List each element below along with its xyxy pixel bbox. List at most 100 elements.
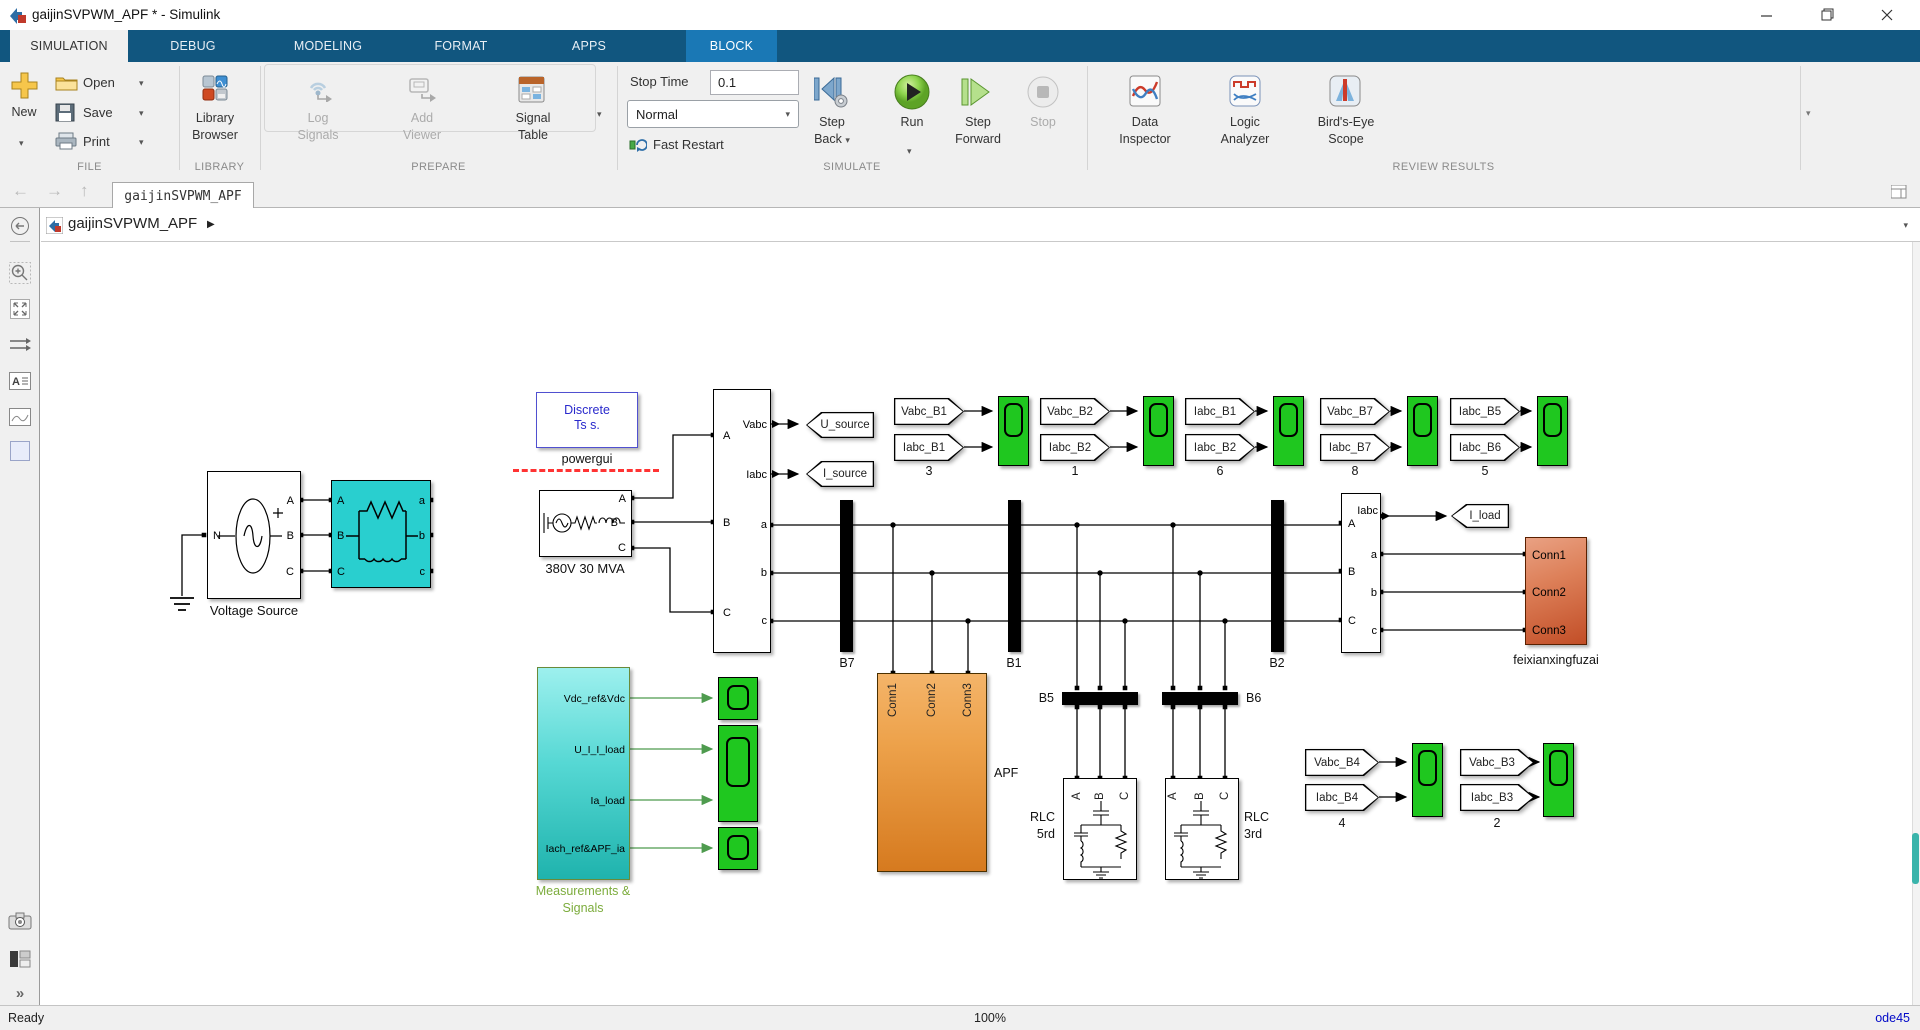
tab-simulation[interactable]: SIMULATION xyxy=(10,30,128,62)
tab-modeling[interactable]: MODELING xyxy=(268,30,388,62)
from-tag[interactable]: Iabc_B4 xyxy=(1305,784,1379,811)
library-browser-button[interactable]: Library Browser xyxy=(175,110,255,144)
library-browser-icon[interactable] xyxy=(201,74,229,107)
logic-analyzer-button[interactable]: Logic Analyzer xyxy=(1200,114,1290,148)
layout-icon[interactable] xyxy=(1890,184,1907,204)
scope-block[interactable] xyxy=(718,725,758,822)
vi-measurement-block[interactable]: A B C Vabc Iabc a b c xyxy=(713,389,771,653)
from-tag[interactable]: Vabc_B1 xyxy=(894,398,964,425)
print-icon[interactable] xyxy=(55,132,77,155)
from-tag[interactable]: Iabc_B7 xyxy=(1320,434,1390,461)
model-browser-icon[interactable] xyxy=(7,946,33,972)
fit-to-view-icon[interactable] xyxy=(7,296,33,322)
tab-block[interactable]: BLOCK xyxy=(686,30,777,62)
tab-debug[interactable]: DEBUG xyxy=(148,30,238,62)
bus-b5[interactable] xyxy=(1062,692,1138,705)
from-tag[interactable]: Vabc_B2 xyxy=(1040,398,1110,425)
goto-iload-tag[interactable]: I_load xyxy=(1451,504,1509,528)
nonlinear-load-block[interactable]: Conn1 Conn2 Conn3 xyxy=(1525,537,1587,645)
save-icon[interactable] xyxy=(55,103,75,127)
run-dropdown[interactable]: ▾ xyxy=(907,146,912,157)
tab-apps[interactable]: APPS xyxy=(544,30,634,62)
bus-b6[interactable] xyxy=(1162,692,1238,705)
stop-time-input[interactable]: 0.1 xyxy=(710,70,799,95)
breadcrumb[interactable]: gaijinSVPWM_APF xyxy=(68,215,197,232)
from-tag[interactable]: Iabc_B1 xyxy=(1185,398,1255,425)
tab-format[interactable]: FORMAT xyxy=(408,30,514,62)
from-tag[interactable]: Iabc_B3 xyxy=(1460,784,1534,811)
goto-usource-tag[interactable]: U_source xyxy=(806,412,874,438)
hide-browser-icon[interactable] xyxy=(7,213,33,239)
from-tag[interactable]: Iabc_B1 xyxy=(894,434,964,461)
from-tag[interactable]: Vabc_B4 xyxy=(1305,749,1379,776)
voltage-source-block[interactable]: N A B C xyxy=(207,471,301,599)
new-dropdown[interactable]: ▾ xyxy=(19,138,24,149)
scope-block[interactable] xyxy=(1143,396,1174,466)
open-dropdown[interactable]: ▾ xyxy=(139,78,144,89)
print-dropdown[interactable]: ▾ xyxy=(139,137,144,148)
open-icon[interactable] xyxy=(55,74,78,96)
scrollbar-thumb[interactable] xyxy=(1912,833,1919,884)
step-back-icon[interactable] xyxy=(813,74,852,115)
grid-source-block[interactable]: A B C xyxy=(539,490,632,557)
annotation-icon[interactable]: A xyxy=(7,368,33,394)
bus-b7[interactable] xyxy=(840,500,853,652)
scope-block[interactable] xyxy=(1543,743,1574,817)
save-button[interactable]: Save xyxy=(83,105,113,120)
signal-table-icon[interactable] xyxy=(518,76,545,108)
step-back-button[interactable]: Step Back ▾ xyxy=(800,114,864,149)
fast-restart-label[interactable]: Fast Restart xyxy=(653,137,724,152)
scope-block[interactable] xyxy=(1412,743,1443,817)
scope-block[interactable] xyxy=(1537,396,1568,466)
screenshot-icon[interactable] xyxy=(7,908,33,934)
scope-block[interactable] xyxy=(718,677,758,720)
bus-b1[interactable] xyxy=(1008,500,1021,652)
save-dropdown[interactable]: ▾ xyxy=(139,108,144,119)
vertical-scrollbar[interactable] xyxy=(1912,242,1920,1005)
load-measurement-block[interactable]: Iabc A B C a b c xyxy=(1341,493,1381,653)
model-tab[interactable]: gaijinSVPWM_APF xyxy=(112,182,254,209)
logic-analyzer-icon[interactable] xyxy=(1228,74,1262,113)
scope-block[interactable] xyxy=(998,396,1029,466)
from-tag[interactable]: Iabc_B5 xyxy=(1450,398,1520,425)
breadcrumb-dropdown[interactable]: ▾ xyxy=(1903,220,1908,231)
measurements-signals-block[interactable]: Vdc_ref&Vdc U_I_I_load Ia_load Iach_ref&… xyxy=(537,667,630,880)
goto-isource-tag[interactable]: I_source xyxy=(806,461,874,487)
data-inspector-button[interactable]: Data Inspector xyxy=(1100,114,1190,148)
maximize-button[interactable] xyxy=(1799,0,1855,29)
area-icon[interactable] xyxy=(7,438,33,464)
step-forward-icon[interactable] xyxy=(956,73,996,116)
collapse-ribbon-button[interactable]: ▾ xyxy=(1806,108,1811,119)
run-button[interactable]: Run xyxy=(893,114,931,131)
image-icon[interactable] xyxy=(7,404,33,430)
new-icon[interactable] xyxy=(11,72,38,104)
from-tag[interactable]: Vabc_B3 xyxy=(1460,749,1534,776)
new-button[interactable]: New xyxy=(4,104,44,121)
solver-name[interactable]: ode45 xyxy=(1800,1011,1910,1025)
from-tag[interactable]: Iabc_B6 xyxy=(1450,434,1520,461)
simulation-mode-select[interactable]: Normal ▾ xyxy=(627,100,799,128)
signal-routing-icon[interactable] xyxy=(7,332,33,358)
scope-block[interactable] xyxy=(1273,396,1304,466)
birds-eye-scope-button[interactable]: Bird's-Eye Scope xyxy=(1296,114,1396,148)
zoom-icon[interactable] xyxy=(7,260,33,286)
bus-b2[interactable] xyxy=(1271,500,1284,652)
signal-table-button[interactable]: Signal Table xyxy=(493,110,573,144)
close-button[interactable] xyxy=(1859,0,1915,29)
prepare-expand-dropdown[interactable]: ▾ xyxy=(597,109,602,120)
step-forward-button[interactable]: Step Forward xyxy=(946,114,1010,148)
rl-branch-block[interactable]: A B C a b c xyxy=(331,480,431,588)
from-tag[interactable]: Iabc_B2 xyxy=(1040,434,1110,461)
expand-palette-icon[interactable]: » xyxy=(7,980,33,1006)
data-inspector-icon[interactable] xyxy=(1128,74,1162,113)
minimize-button[interactable] xyxy=(1739,0,1795,29)
from-tag[interactable]: Vabc_B7 xyxy=(1320,398,1390,425)
run-icon[interactable] xyxy=(893,73,931,116)
birds-eye-scope-icon[interactable] xyxy=(1328,74,1362,113)
from-tag[interactable]: Iabc_B2 xyxy=(1185,434,1255,461)
model-canvas[interactable] xyxy=(41,242,1912,1005)
fast-restart-icon[interactable] xyxy=(629,138,648,157)
powergui-block[interactable]: Discrete Ts s. xyxy=(536,392,638,448)
open-button[interactable]: Open xyxy=(83,75,115,90)
scope-block[interactable] xyxy=(1407,396,1438,466)
